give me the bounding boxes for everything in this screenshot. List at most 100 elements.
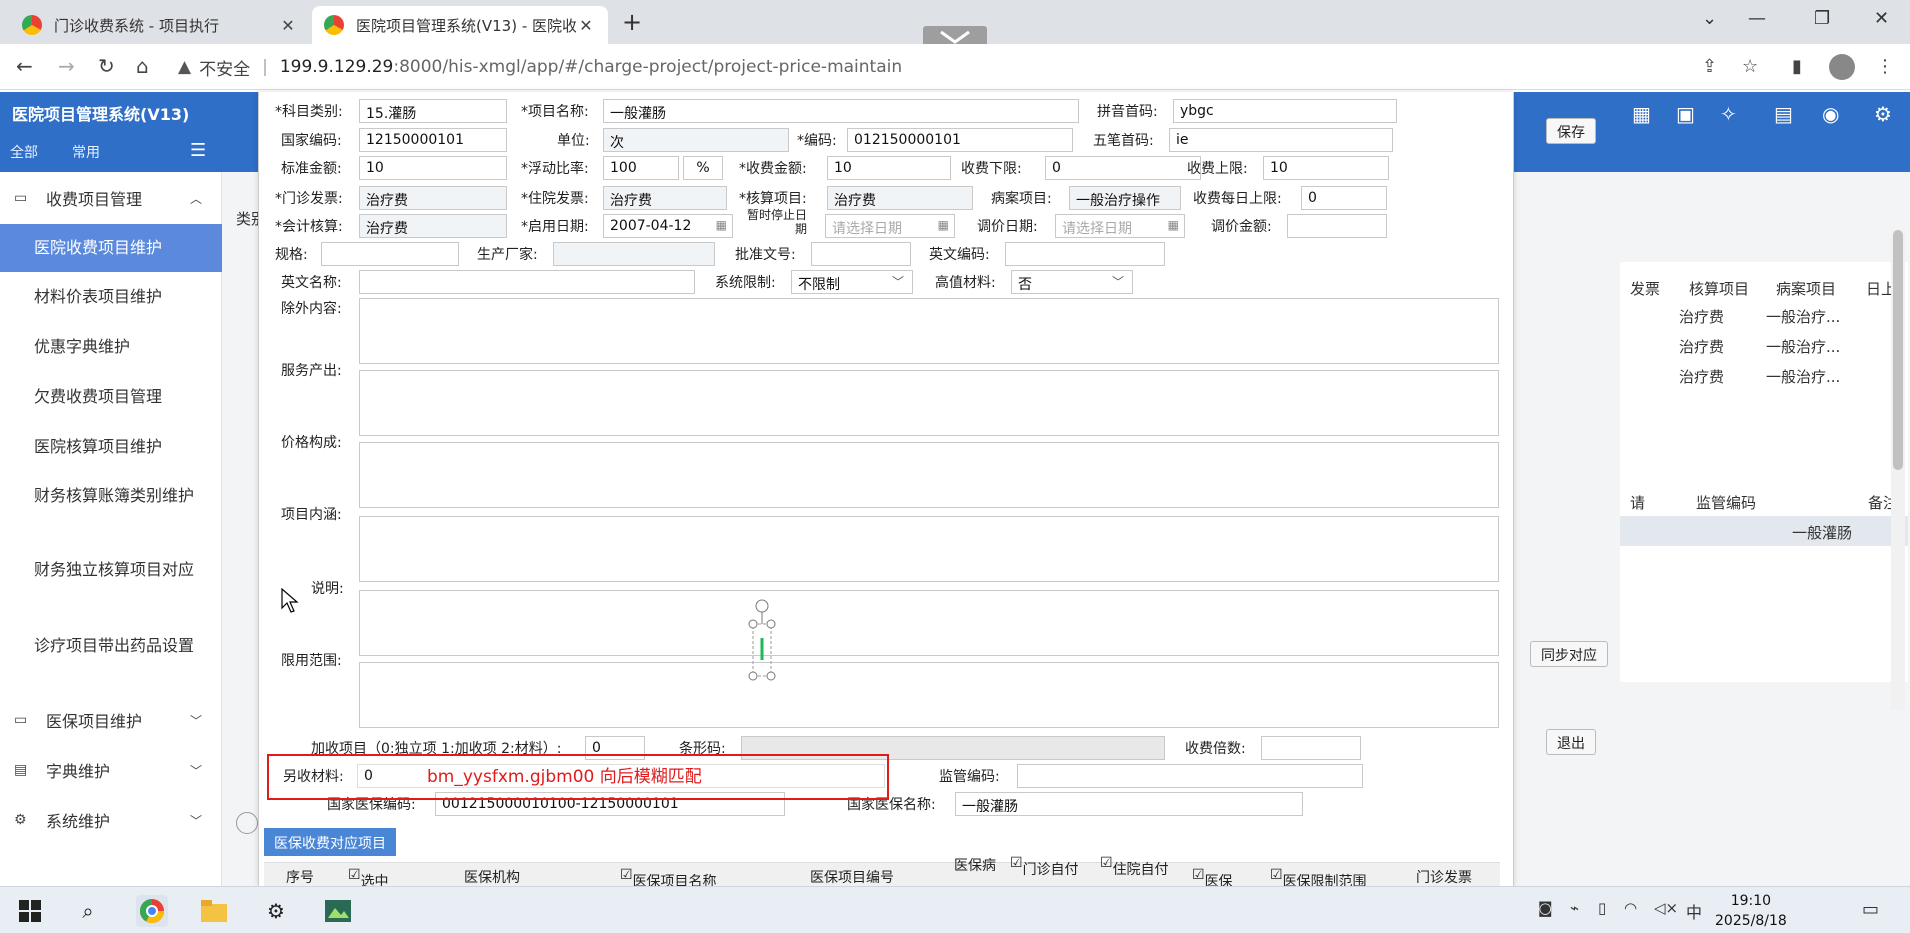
toolbar-settings-icon[interactable]: ⚙: [1874, 102, 1892, 126]
resize-handle-widget[interactable]: [748, 598, 778, 690]
english-name-field[interactable]: [359, 270, 695, 294]
high-value-select[interactable]: 否 ﹀: [1011, 270, 1133, 294]
tray-wifi-icon[interactable]: ◠: [1624, 899, 1637, 917]
bg-selected-row[interactable]: [1620, 516, 1908, 546]
sidebar-group-fee-projects[interactable]: ▭ 收费项目管理 ︿: [0, 180, 222, 216]
daily-limit-field[interactable]: 0: [1301, 186, 1387, 210]
profile-avatar-icon[interactable]: [1829, 54, 1855, 80]
toolbar-grid-icon[interactable]: ▦: [1632, 102, 1651, 126]
bg-search-icon[interactable]: [236, 812, 258, 834]
limit-scope-textarea[interactable]: [359, 662, 1499, 728]
menu-toggle-icon[interactable]: ☰: [190, 140, 206, 161]
sidebar-item-arrears[interactable]: 欠费收费项目管理: [0, 372, 222, 422]
sidebar-group-dict[interactable]: ▤ 字典维护 ﹀: [0, 752, 222, 788]
calendar-icon[interactable]: ▦: [716, 218, 727, 232]
share-icon[interactable]: ⇪: [1702, 56, 1717, 77]
fee-multiple-field[interactable]: [1261, 736, 1361, 760]
grid-col-checkbox[interactable]: ☑ 医保: [1192, 867, 1233, 890]
sidebar-item-drug-settings[interactable]: 诊疗项目带出药品设置: [0, 634, 200, 694]
start-date-field[interactable]: 2007-04-12 ▦: [603, 214, 733, 238]
fee-amount-field[interactable]: 10: [827, 156, 951, 180]
menu-dots-icon[interactable]: ⋮: [1876, 56, 1894, 77]
code-field[interactable]: 012150000101: [847, 128, 1073, 152]
spec-field[interactable]: [321, 242, 459, 266]
system-limit-select[interactable]: 不限制 ﹀: [791, 270, 913, 294]
close-tab-icon[interactable]: ✕: [278, 16, 298, 35]
notification-icon[interactable]: ▭: [1862, 899, 1879, 920]
connotation-textarea[interactable]: [359, 516, 1499, 582]
item-name-field[interactable]: 一般灌肠: [603, 99, 1079, 123]
new-tab-button[interactable]: +: [622, 8, 642, 36]
ime-indicator[interactable]: 中: [1686, 899, 1702, 923]
manufacturer-field[interactable]: [553, 242, 715, 266]
service-output-textarea[interactable]: [359, 370, 1499, 436]
national-insurance-name-field[interactable]: 一般灌肠: [955, 792, 1303, 816]
accounting-field[interactable]: 治疗费: [359, 214, 507, 238]
close-tab-icon[interactable]: ✕: [576, 16, 596, 35]
sidebar-item-accounting[interactable]: 医院核算项目维护: [0, 422, 222, 472]
chrome-icon[interactable]: [136, 895, 168, 927]
tab-search-chevron-icon[interactable]: ⌄: [1702, 8, 1717, 29]
approval-field[interactable]: [811, 242, 911, 266]
tray-usb-icon[interactable]: ▯: [1598, 899, 1606, 917]
browser-tab-outpatient[interactable]: 门诊收费系统 - 项目执行 ✕: [10, 6, 310, 44]
scrollbar[interactable]: [1891, 230, 1905, 710]
sidebar-group-system[interactable]: ⚙ 系统维护 ﹀: [0, 802, 222, 838]
search-icon[interactable]: ⌕: [72, 895, 104, 927]
fee-upper-field[interactable]: 10: [1263, 156, 1389, 180]
back-arrow-icon[interactable]: ←: [16, 54, 33, 78]
unit-field[interactable]: 次: [603, 128, 789, 152]
price-composition-textarea[interactable]: [359, 442, 1499, 508]
app-image-icon[interactable]: [322, 895, 354, 927]
stop-date-field[interactable]: 请选择日期 ▦: [825, 214, 955, 238]
restore-window-icon[interactable]: ❐: [1814, 8, 1830, 29]
outpatient-invoice-field[interactable]: 治疗费: [359, 186, 507, 210]
subject-type-field[interactable]: 15.灌肠: [359, 99, 507, 123]
browser-tab-project-mgmt[interactable]: 医院项目管理系统(V13) - 医院收 ✕: [312, 6, 608, 44]
sidebar-item-material-price[interactable]: 材料价表项目维护: [0, 272, 222, 322]
grid-col-checkbox[interactable]: ☑ 门诊自付: [1010, 855, 1079, 878]
exclusion-textarea[interactable]: [359, 298, 1499, 364]
grid-col-checkbox[interactable]: ☑ 医保项目名称: [620, 867, 717, 890]
tray-volume-icon[interactable]: ◁×: [1654, 899, 1678, 917]
tab-all[interactable]: 全部: [10, 142, 38, 162]
url-field[interactable]: ▲ 不安全 | 199.9.129.29:8000/his-xmgl/app/#…: [178, 50, 1678, 84]
sidebar-group-insurance[interactable]: ▭ 医保项目维护 ﹀: [0, 702, 222, 738]
grid-col-checkbox[interactable]: ☑ 选中: [348, 867, 389, 890]
fee-lower-field[interactable]: 0: [1045, 156, 1201, 180]
toolbar-monitor-icon[interactable]: ▣: [1676, 102, 1695, 126]
save-button[interactable]: 保存: [1546, 118, 1596, 144]
grid-col-checkbox[interactable]: ☑ 住院自付: [1100, 855, 1169, 878]
sidepanel-icon[interactable]: ▮: [1792, 56, 1802, 77]
national-code-field[interactable]: 12150000101: [359, 128, 507, 152]
exit-button[interactable]: 退出: [1546, 729, 1596, 755]
close-window-icon[interactable]: ✕: [1874, 8, 1889, 29]
calendar-icon[interactable]: ▦: [1168, 218, 1179, 232]
toolbar-eye-icon[interactable]: ◉: [1822, 102, 1839, 126]
calendar-icon[interactable]: ▦: [938, 218, 949, 232]
forward-arrow-icon[interactable]: →: [58, 54, 75, 78]
sidebar-item-discount-dict[interactable]: 优惠字典维护: [0, 322, 222, 372]
account-item-field[interactable]: 治疗费: [827, 186, 973, 210]
tray-network-icon[interactable]: ⌁: [1570, 899, 1579, 917]
std-amount-field[interactable]: 10: [359, 156, 507, 180]
app-settings-icon[interactable]: ⚙: [260, 895, 292, 927]
sidebar-item-finance-independent[interactable]: 财务独立核算项目对应: [0, 558, 200, 618]
description-textarea[interactable]: [359, 590, 1499, 656]
sync-button[interactable]: 同步对应: [1530, 641, 1608, 667]
toolbar-tools-icon[interactable]: ✧: [1720, 102, 1737, 126]
adjust-date-field[interactable]: 请选择日期 ▦: [1055, 214, 1185, 238]
minimize-window-icon[interactable]: —: [1748, 8, 1766, 29]
wubi-field[interactable]: ie: [1169, 128, 1393, 152]
english-code-field[interactable]: [1005, 242, 1165, 266]
tab-common[interactable]: 常用: [72, 142, 100, 162]
scrollbar-thumb[interactable]: [1893, 230, 1903, 470]
windows-start-icon[interactable]: [14, 895, 46, 927]
insurance-mapping-tab[interactable]: 医保收费对应项目: [264, 828, 396, 856]
home-icon[interactable]: ⌂: [136, 54, 149, 78]
tray-app-icon[interactable]: ◙: [1538, 899, 1553, 917]
grid-col-checkbox[interactable]: ☑ 医保限制范围: [1270, 867, 1367, 890]
system-clock[interactable]: 19:10 2025/8/18: [1715, 891, 1787, 931]
adjust-amount-field[interactable]: [1287, 214, 1387, 238]
file-explorer-icon[interactable]: [198, 895, 230, 927]
